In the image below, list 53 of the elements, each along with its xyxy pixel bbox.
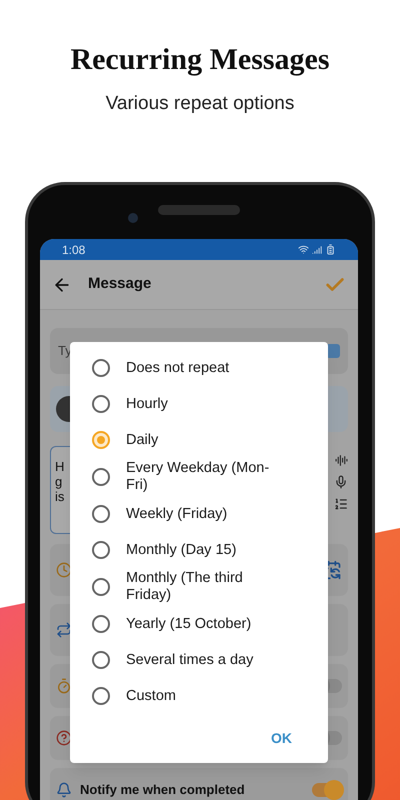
ok-button[interactable]: OK: [269, 728, 294, 749]
question-icon: [56, 730, 72, 746]
option-label: Several times a day: [126, 650, 254, 670]
status-time: 1:08: [62, 242, 86, 258]
bell-icon: [56, 782, 72, 798]
option-label: Daily: [126, 430, 158, 450]
option-label: Weekly (Friday): [126, 504, 228, 524]
repeat-icon: [56, 622, 72, 638]
option-label: Yearly (15 October): [126, 614, 252, 634]
radio-button[interactable]: [92, 468, 110, 486]
battery-icon: [325, 244, 336, 255]
repeat-option[interactable]: Monthly (Day 15): [70, 532, 328, 568]
radio-button[interactable]: [92, 505, 110, 523]
option-label: Monthly (Day 15): [126, 540, 236, 560]
mic-icon[interactable]: [334, 475, 348, 489]
option-label: Custom: [126, 686, 176, 706]
repeat-option[interactable]: Several times a day: [70, 642, 328, 678]
repeat-option[interactable]: Does not repeat: [70, 350, 328, 386]
message-text: g: [55, 474, 62, 489]
setting-label: Notify me when completed: [80, 781, 245, 800]
waveform-icon[interactable]: [334, 454, 348, 467]
repeat-option[interactable]: Yearly (15 October): [70, 606, 328, 642]
radio-button[interactable]: [92, 395, 110, 413]
option-label: Every Weekday (Mon-Fri): [126, 459, 270, 495]
phone-camera: [128, 213, 138, 223]
radio-button[interactable]: [92, 359, 110, 377]
radio-button[interactable]: [92, 541, 110, 559]
timer-icon: [56, 678, 72, 694]
repeat-option[interactable]: Daily: [70, 422, 328, 458]
message-text: H: [55, 459, 64, 474]
option-label: Does not repeat: [126, 358, 230, 378]
radio-button[interactable]: [92, 578, 110, 596]
toggle-switch[interactable]: [312, 783, 342, 797]
settings-row[interactable]: Notify me when completed: [50, 768, 348, 800]
radio-button[interactable]: [92, 431, 110, 449]
message-text: is: [55, 489, 64, 504]
headline: Recurring Messages: [70, 42, 330, 78]
radio-button[interactable]: [92, 615, 110, 633]
wifi-icon: [298, 244, 309, 255]
repeat-option[interactable]: Custom: [70, 678, 328, 714]
clock-icon: [56, 562, 72, 578]
option-label: Hourly: [126, 394, 168, 414]
repeat-option[interactable]: Monthly (The third Friday): [70, 568, 328, 606]
repeat-option[interactable]: Hourly: [70, 386, 328, 422]
repeat-option[interactable]: Weekly (Friday): [70, 496, 328, 532]
radio-button[interactable]: [92, 687, 110, 705]
subheadline: Various repeat options: [106, 92, 294, 116]
list-icon[interactable]: [334, 497, 348, 511]
signal-icon: [312, 244, 322, 254]
radio-button[interactable]: [92, 651, 110, 669]
repeat-option[interactable]: Every Weekday (Mon-Fri): [70, 458, 328, 496]
app-bar-title: Message: [88, 274, 152, 294]
option-label: Monthly (The third Friday): [126, 569, 244, 605]
